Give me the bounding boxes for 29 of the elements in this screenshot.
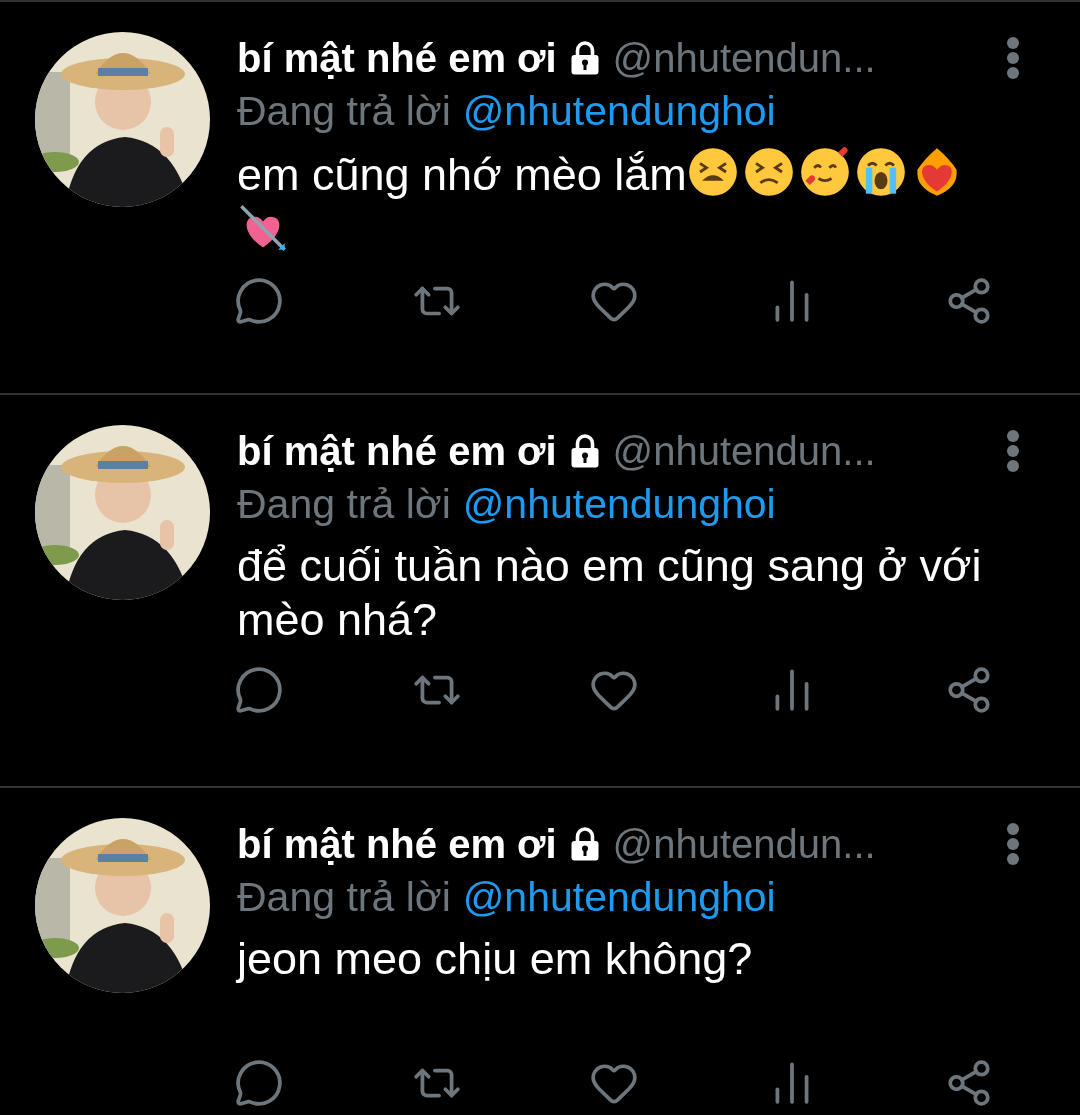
- speech-bubble-icon: [234, 665, 284, 715]
- more-icon: [1006, 429, 1020, 473]
- reply-button[interactable]: [234, 665, 284, 715]
- reply-text: em cũng nhớ mèo lắm: [237, 149, 687, 200]
- more-icon: [1006, 822, 1020, 866]
- tired-face-icon: [686, 146, 739, 198]
- user-handle: @nhutendun...: [612, 821, 877, 867]
- replying-label: Đang trả lời: [237, 87, 451, 135]
- replying-label: Đang trả lời: [237, 873, 451, 921]
- reply-text: jeon meo chịu em không?: [237, 933, 753, 984]
- user-handle: @nhutendun...: [612, 428, 877, 474]
- frowning-face-icon: [742, 146, 795, 198]
- display-name[interactable]: bí mật nhé em ơi: [237, 821, 557, 867]
- heart-arrow-icon: [237, 202, 289, 254]
- replying-label: Đang trả lời: [237, 480, 451, 528]
- speech-bubble-icon: [234, 276, 284, 326]
- reply-button[interactable]: [234, 276, 284, 326]
- display-name[interactable]: bí mật nhé em ơi: [237, 35, 557, 81]
- mention-link[interactable]: @nhutendunghoi: [462, 87, 776, 135]
- speech-bubble-icon: [234, 1058, 284, 1108]
- reply-text: để cuối tuần nào em cũng sang ở với mèo nhá?: [237, 540, 982, 645]
- mention-link[interactable]: @nhutendunghoi: [462, 873, 776, 921]
- crying-face-icon: [854, 146, 907, 198]
- display-name[interactable]: bí mật nhé em ơi: [237, 428, 557, 474]
- user-handle: @nhutendun...: [612, 35, 877, 81]
- reply-button[interactable]: [234, 1058, 284, 1108]
- more-icon: [1006, 36, 1020, 80]
- mention-link[interactable]: @nhutendunghoi: [462, 480, 776, 528]
- smiling-face-hearts-icon: [798, 146, 851, 198]
